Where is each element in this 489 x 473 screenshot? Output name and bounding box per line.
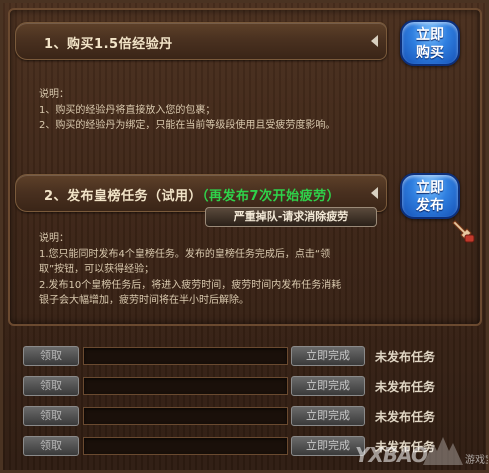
- claim-button[interactable]: 领取: [23, 436, 79, 456]
- task-field: [83, 347, 288, 365]
- desc-line: 2、购买的经验丹为绑定，只能在当前等级段使用且受疲劳度影响。: [39, 120, 336, 131]
- game-dialog-frame: 1、购买1.5倍经验丹 立即 购买 说明： 1、购买的经验丹将直接放入您的包裹；…: [0, 0, 489, 473]
- publish-task-description: 说明： 1.您只能同时发布4个皇榜任务。发布的皇榜任务完成后，点击“领 取”按钮…: [39, 231, 341, 309]
- task-status: 未发布任务: [375, 410, 436, 424]
- publish-now-label-2: 发布: [416, 198, 444, 214]
- finish-now-button[interactable]: 立即完成: [291, 376, 365, 396]
- desc-line: 2.发布10个皇榜任务后，将进入疲劳时间，疲劳时间内发布任务消耗: [39, 279, 342, 291]
- buy-now-label-1: 立即: [416, 27, 444, 43]
- desc-line: 取”按钮，可以获得经验；: [39, 264, 155, 275]
- claim-button[interactable]: 领取: [23, 346, 79, 366]
- desc-line: 说明：: [39, 89, 69, 100]
- finish-now-button[interactable]: 立即完成: [291, 436, 365, 456]
- task-field: [83, 407, 288, 425]
- buy-now-button[interactable]: 立即 购买: [400, 20, 460, 66]
- publish-now-button[interactable]: 立即 发布: [400, 173, 460, 219]
- buy-exp-pill-bar: 1、购买1.5倍经验丹: [15, 22, 387, 60]
- finish-now-button[interactable]: 立即完成: [291, 346, 365, 366]
- task-row: 领取 立即完成 未发布任务: [23, 346, 483, 368]
- fatigue-hint: （再发布7次开始疲劳）: [202, 189, 341, 204]
- publish-task-title: 2、发布皇榜任务（试用）（再发布7次开始疲劳）: [44, 185, 340, 204]
- watermark-logo-icon: 游戏宝: [423, 437, 488, 466]
- watermark-sub-text: 游戏宝: [465, 453, 488, 466]
- collapse-arrow-icon[interactable]: [371, 187, 378, 199]
- collapse-arrow-icon[interactable]: [371, 35, 378, 47]
- buy-now-label-2: 购买: [416, 45, 444, 61]
- claim-button[interactable]: 领取: [23, 376, 79, 396]
- pointing-hand-icon: [452, 220, 475, 243]
- desc-line: 说明：: [39, 233, 69, 244]
- finish-now-button[interactable]: 立即完成: [291, 406, 365, 426]
- publish-task-title-text: 2、发布皇榜任务（试用）: [44, 189, 203, 204]
- task-row: 领取 立即完成 未发布任务: [23, 406, 483, 428]
- task-field: [83, 377, 288, 395]
- desc-line: 1、购买的经验丹将直接放入您的包裹；: [39, 104, 216, 116]
- task-field: [83, 437, 288, 455]
- buy-exp-description: 说明： 1、购买的经验丹将直接放入您的包裹； 2、购买的经验丹为绑定，只能在当前…: [39, 87, 335, 134]
- buy-exp-title: 1、购买1.5倍经验丹: [44, 37, 173, 52]
- task-status: 未发布任务: [375, 350, 436, 364]
- publish-now-label-1: 立即: [416, 180, 444, 196]
- claim-button[interactable]: 领取: [23, 406, 79, 426]
- task-row: 领取 立即完成 未发布任务: [23, 376, 483, 398]
- desc-line: 银子会大幅增加，疲劳时间将在半小时后解除。: [39, 295, 249, 306]
- desc-line: 1.您只能同时发布4个皇榜任务。发布的皇榜任务完成后，点击“领: [39, 248, 331, 260]
- task-status: 未发布任务: [375, 380, 436, 394]
- request-clear-fatigue-button[interactable]: 严重掉队-请求消除疲劳: [205, 207, 377, 227]
